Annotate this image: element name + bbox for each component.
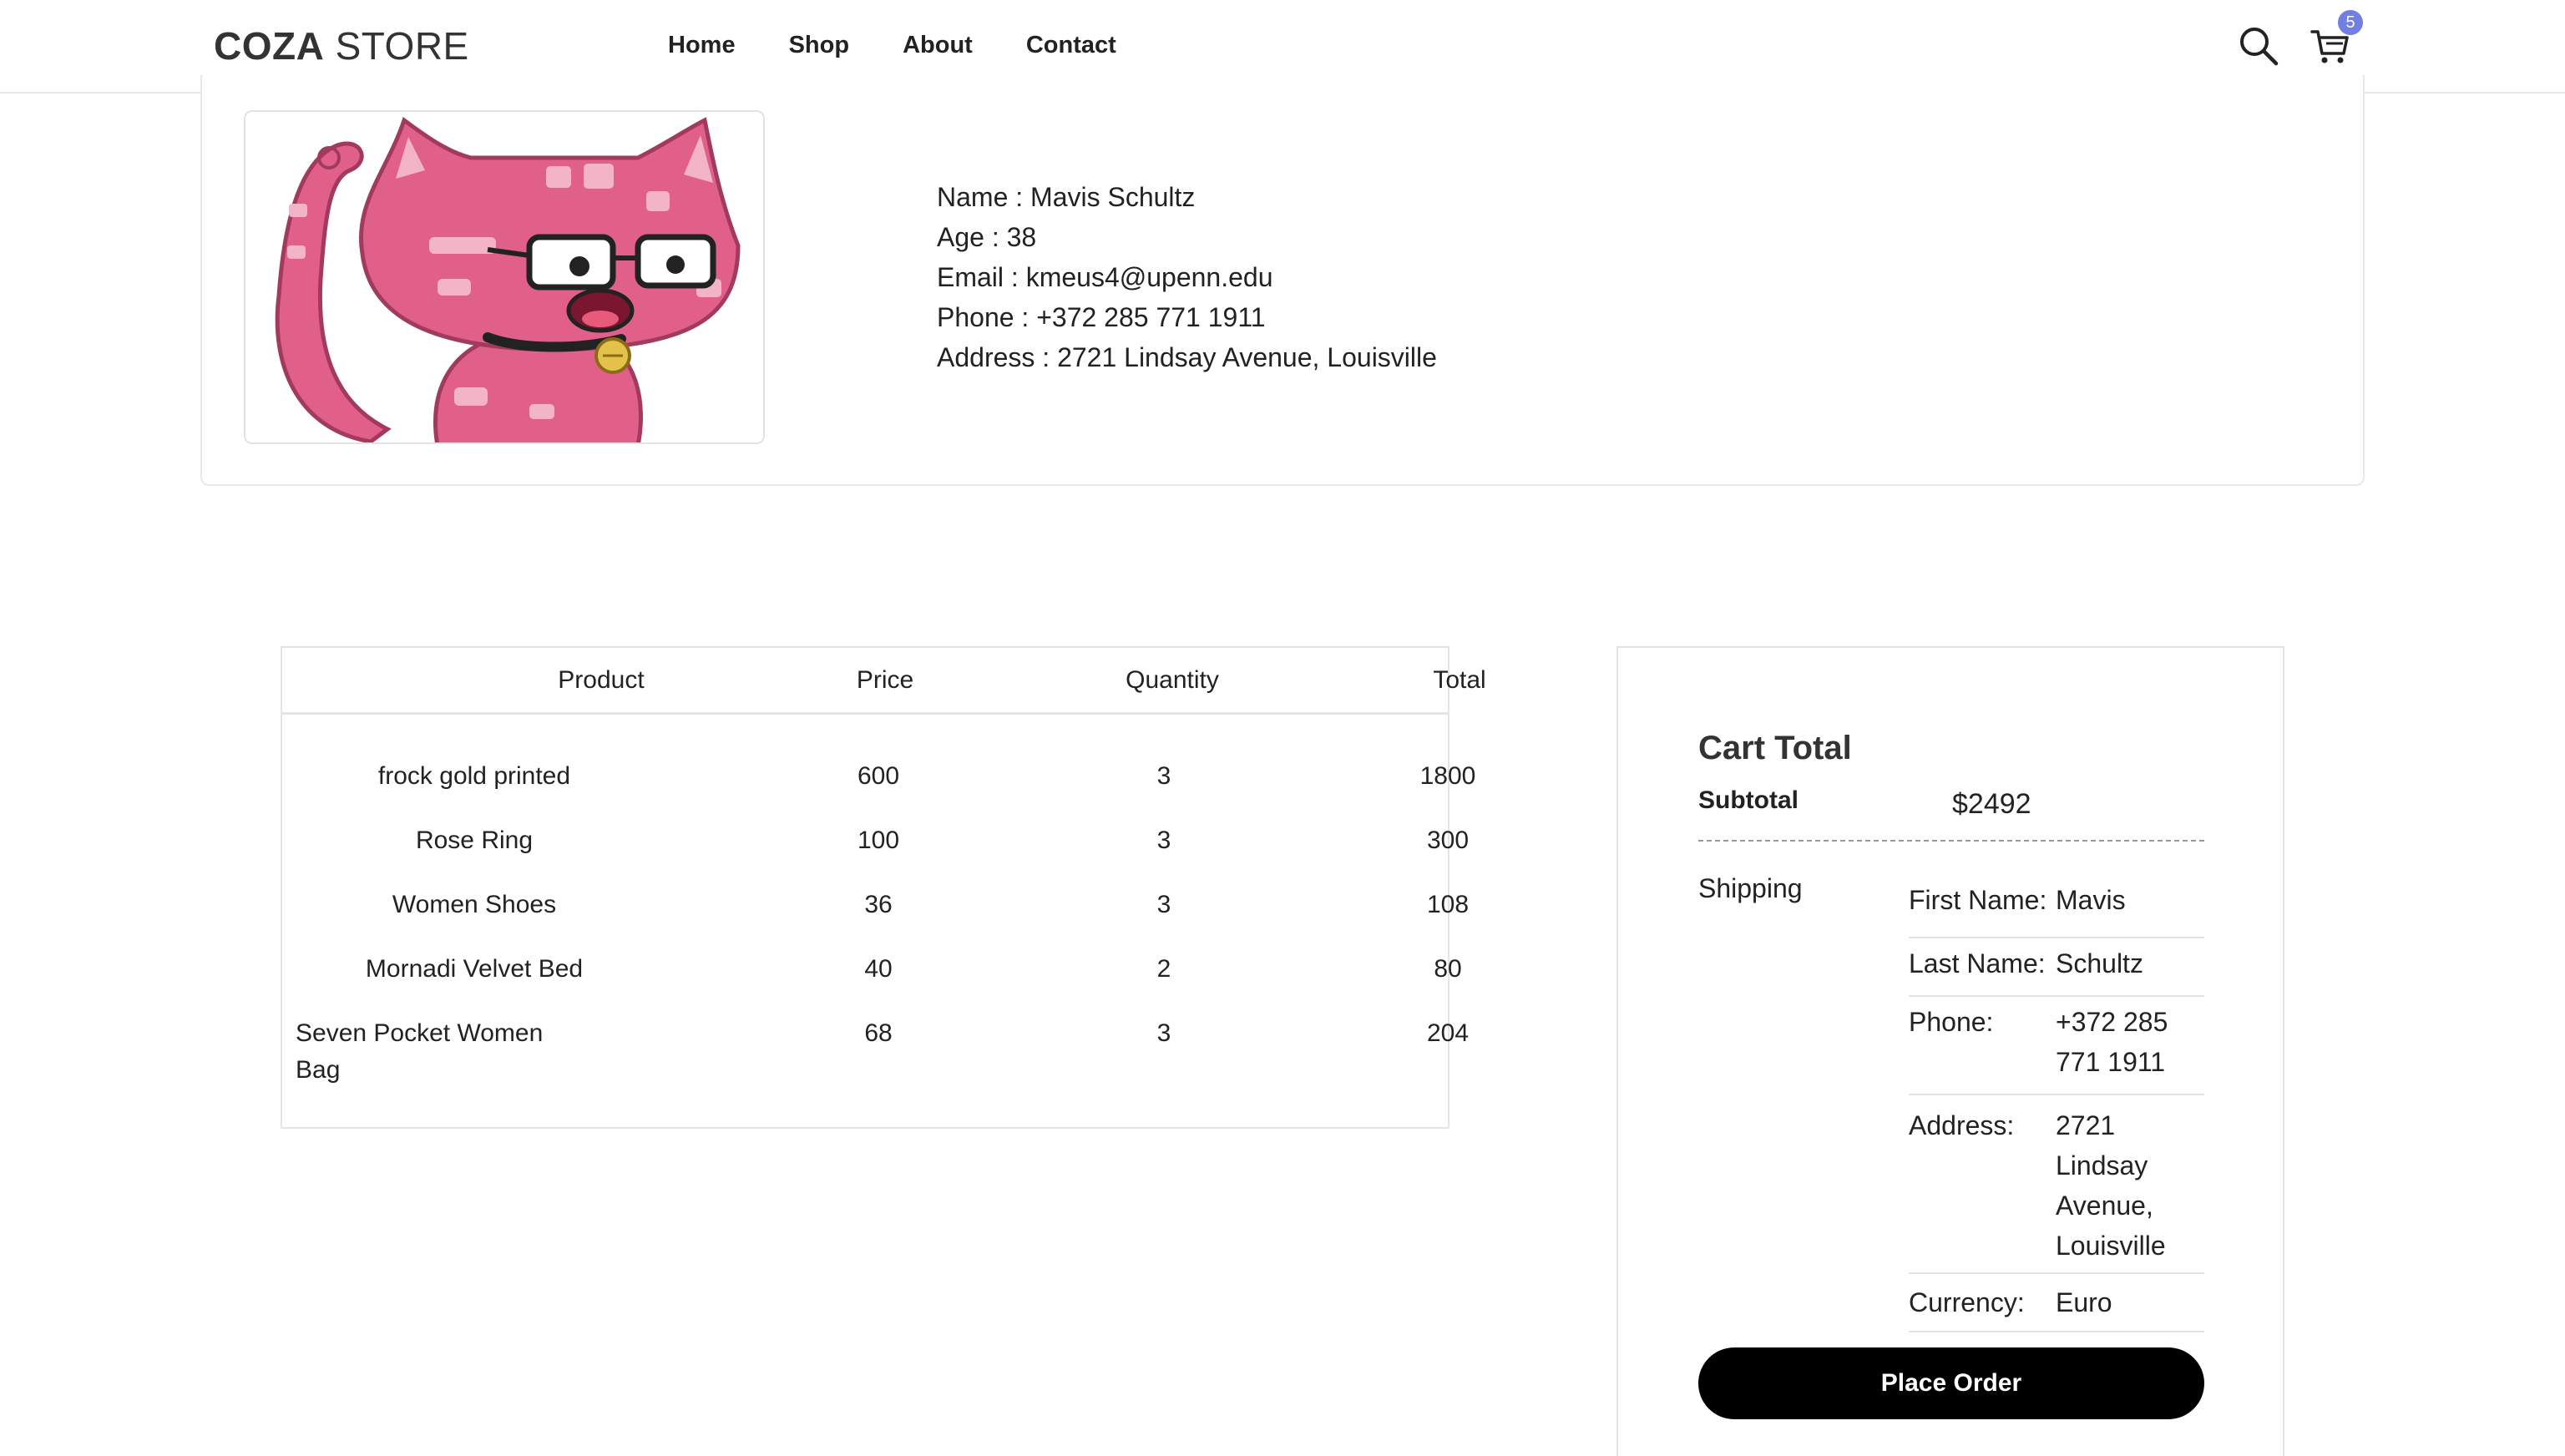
shipping-key: Phone: (1909, 1007, 1994, 1037)
shipping-row-address: Address: 2721 Lindsay Avenue, Louisville (1909, 1095, 2204, 1274)
shipping-value: Mavis (2056, 885, 2126, 915)
cell-total: 204 (1426, 1019, 1470, 1047)
logo-bold-text: COZA (214, 24, 325, 68)
shipping-row-last-name: Last Name: Schultz (1909, 938, 2204, 997)
nav-contact[interactable]: Contact (1026, 32, 1116, 59)
cell-quantity: 2 (1156, 955, 1171, 983)
shipping-value: +372 285 771 1911 (2056, 1007, 2168, 1077)
shipping-key: First Name: (1909, 885, 2047, 915)
cell-product: frock gold printed (377, 762, 571, 790)
store-logo[interactable]: COZA STORE (214, 23, 469, 68)
place-order-button[interactable]: Place Order (1698, 1347, 2204, 1419)
shipping-value: 2721 Lindsay Avenue, Louisville (2056, 1110, 2166, 1261)
profile-age: Age : 38 (937, 222, 1037, 252)
cell-price: 40 (864, 955, 893, 983)
profile-card: Name : Mavis Schultz Age : 38 Email : km… (200, 75, 2365, 486)
cart-count-badge: 5 (2338, 10, 2363, 35)
cell-product: Rose Ring (415, 827, 534, 854)
shipping-key: Address: (1909, 1110, 2015, 1140)
cell-quantity: 3 (1156, 891, 1171, 918)
cell-total: 300 (1426, 827, 1470, 854)
shipping-row-first-name: First Name: Mavis (1909, 877, 2204, 938)
cell-quantity: 3 (1156, 1019, 1171, 1047)
cell-total: 80 (1434, 955, 1462, 983)
dashed-divider (1698, 840, 2204, 842)
shipping-key: Last Name: (1909, 948, 2046, 978)
cell-product: Seven Pocket Women Bag (296, 1019, 544, 1084)
shipping-row-phone: Phone: +372 285 771 1911 (1909, 997, 2204, 1095)
cell-product: Mornadi Velvet Bed (365, 955, 584, 983)
nav-shop[interactable]: Shop (789, 32, 850, 59)
subtotal-label: Subtotal (1698, 786, 1799, 814)
shipping-key: Currency: (1909, 1287, 2025, 1317)
column-header-price: Price (856, 666, 914, 694)
column-header-total: Total (1433, 666, 1486, 694)
cell-price: 68 (864, 1019, 893, 1047)
cell-total: 1800 (1419, 762, 1476, 790)
avatar (244, 110, 765, 444)
shipping-row-currency: Currency: Euro (1909, 1274, 2204, 1332)
search-icon[interactable] (2238, 25, 2279, 67)
cell-product: Women Shoes (392, 891, 557, 918)
shipping-value: Schultz (2056, 948, 2143, 978)
cell-quantity: 3 (1156, 827, 1171, 854)
cell-price: 36 (864, 891, 893, 918)
cell-total: 108 (1426, 891, 1470, 918)
profile-email: Email : kmeus4@upenn.edu (937, 262, 1273, 292)
shipping-label: Shipping (1698, 873, 1803, 903)
shipping-value: Euro (2056, 1287, 2112, 1317)
nav-about[interactable]: About (903, 32, 973, 59)
cart-total-card: Cart Total Subtotal $2492 Shipping First… (1616, 646, 2284, 1456)
main-nav: Home Shop About Contact (668, 32, 1170, 59)
profile-name: Name : Mavis Schultz (937, 182, 1196, 212)
profile-phone: Phone : +372 285 771 1911 (937, 302, 1266, 332)
subtotal-value: $2492 (1952, 788, 2031, 820)
logo-regular-text: STORE (324, 24, 469, 68)
nav-home[interactable]: Home (668, 32, 736, 59)
cell-price: 100 (857, 827, 900, 854)
pink-cat-with-glasses-image (275, 116, 741, 442)
table-header-row: Product Price Quantity Total (282, 648, 1486, 715)
column-header-quantity: Quantity (1126, 666, 1219, 694)
cell-price: 600 (857, 762, 900, 790)
cart-table: Product Price Quantity Total frock gold … (281, 646, 1486, 1129)
profile-address: Address : 2721 Lindsay Avenue, Louisvill… (937, 342, 1437, 372)
cell-quantity: 3 (1156, 762, 1171, 790)
profile-info: Name : Mavis Schultz Age : 38 Email : km… (937, 177, 1437, 377)
column-header-product: Product (558, 666, 645, 694)
cart-total-title: Cart Total (1698, 730, 1852, 766)
